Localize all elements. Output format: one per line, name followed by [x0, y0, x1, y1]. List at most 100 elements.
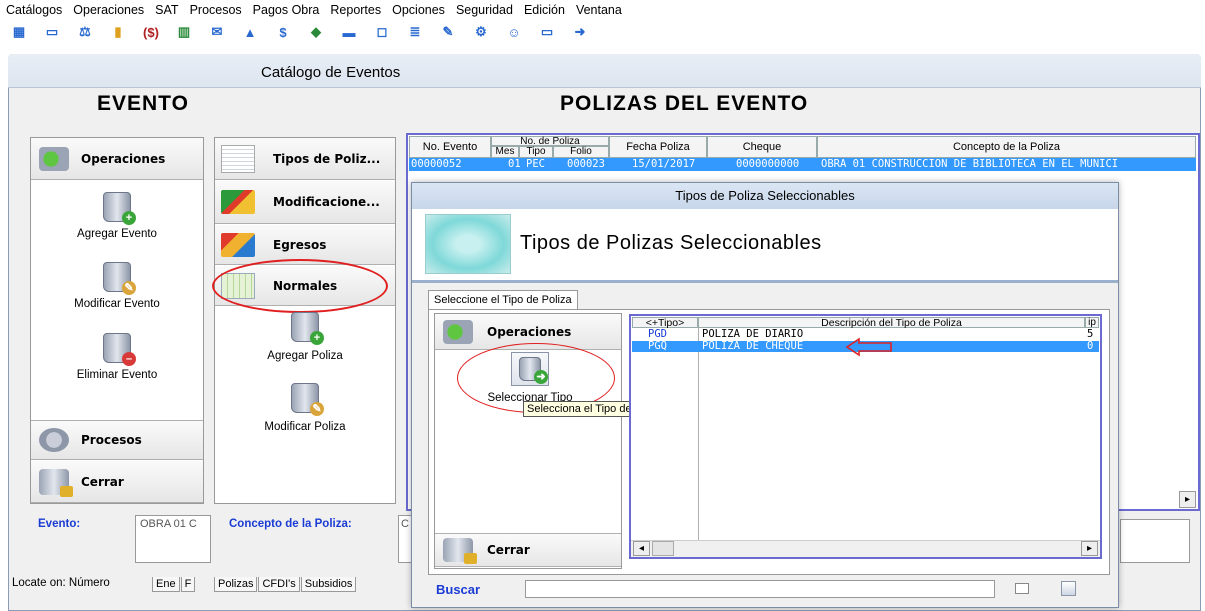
grid-icon[interactable]: ▦: [4, 24, 34, 40]
database-edit-icon: ✎: [103, 262, 136, 295]
modificar-evento-action[interactable]: ✎ Modificar Evento: [31, 262, 203, 310]
mail-icon[interactable]: ✉: [202, 24, 232, 40]
scroll-right-button[interactable]: ▸: [1081, 541, 1098, 556]
col-no-poliza[interactable]: No. de Poliza: [491, 136, 609, 147]
modificar-poliza-action[interactable]: ✎ Modificar Poliza: [215, 383, 395, 433]
dialog-cerrar-label: Cerrar: [487, 543, 530, 557]
dialog-tab[interactable]: Seleccione el Tipo de Poliza: [428, 290, 578, 309]
building-icon[interactable]: ▲: [235, 24, 265, 40]
operaciones-button[interactable]: Operaciones: [31, 138, 203, 180]
tab-ene[interactable]: Ene: [152, 577, 180, 592]
row-ip: 5: [1087, 328, 1094, 340]
tray-icon[interactable]: ▬: [334, 24, 364, 40]
modificaciones-button[interactable]: Modificacione...: [215, 181, 395, 224]
eliminar-evento-label: Eliminar Evento: [76, 369, 158, 381]
menu-opciones[interactable]: Opciones: [392, 3, 445, 17]
dialog-cerrar-button[interactable]: Cerrar: [435, 533, 621, 567]
col-folio[interactable]: Folio: [553, 146, 609, 158]
col-concepto[interactable]: Concepto de la Poliza: [817, 136, 1196, 158]
col-descripcion-header[interactable]: Descripción del Tipo de Poliza: [698, 317, 1085, 328]
menu-seguridad[interactable]: Seguridad: [456, 3, 513, 17]
tab-f[interactable]: F: [180, 577, 196, 592]
col-tipo-header[interactable]: <+Tipo>: [632, 317, 698, 328]
menu-pagos-obra[interactable]: Pagos Obra: [253, 3, 320, 17]
cell-folio: 000023: [567, 158, 605, 171]
user-icon[interactable]: ☺: [499, 24, 529, 40]
menu-ventana[interactable]: Ventana: [576, 3, 622, 17]
modificar-evento-label: Modificar Evento: [74, 298, 160, 310]
cerrar-button[interactable]: Cerrar: [31, 461, 203, 503]
menu-procesos[interactable]: Procesos: [190, 3, 242, 17]
eliminar-evento-action[interactable]: – Eliminar Evento: [31, 333, 203, 381]
agregar-poliza-label: Agregar Poliza: [267, 350, 343, 362]
clear-search-icon[interactable]: [1015, 583, 1029, 594]
modificar-poliza-label: Modificar Poliza: [264, 421, 346, 433]
window-icon[interactable]: ◻: [367, 24, 397, 40]
refresh-db-icon: [39, 146, 69, 171]
buscar-label: Buscar: [436, 582, 481, 597]
scroll-thumb[interactable]: [652, 541, 674, 556]
window-title: Catálogo de Eventos: [261, 64, 401, 81]
lock-db-icon: [443, 538, 477, 564]
col-cheque[interactable]: Cheque: [707, 136, 817, 158]
shovel-icon[interactable]: ◆: [301, 24, 331, 40]
grid-divider: [698, 328, 699, 540]
grid-scroll-right[interactable]: ▸: [1179, 491, 1196, 508]
database-delete-icon: –: [103, 333, 136, 366]
col-no-evento[interactable]: No. Evento: [409, 136, 491, 158]
cell-mes: 01: [508, 158, 521, 171]
menu-edicion[interactable]: Edición: [524, 3, 565, 17]
tipos-poliza-button[interactable]: Tipos de Poliz...: [215, 138, 395, 180]
cell-concepto: OBRA 01 CONSTRUCCION DE BIBLIOTECA EN EL…: [821, 158, 1196, 171]
procesos-button[interactable]: Procesos: [31, 420, 203, 460]
highlight-ellipse-normales: [212, 259, 388, 313]
doc-icon[interactable]: ≣: [400, 24, 430, 40]
scale-icon[interactable]: ⚖: [70, 24, 100, 40]
tab-subsidios[interactable]: Subsidios: [300, 577, 357, 592]
polizas-heading: POLIZAS DEL EVENTO: [560, 92, 809, 115]
tipos-poliza-label: Tipos de Poliz...: [273, 151, 381, 166]
search-input[interactable]: [525, 580, 995, 598]
agregar-poliza-action[interactable]: + Agregar Poliza: [215, 312, 395, 362]
keyboard-icon[interactable]: ▭: [37, 24, 67, 40]
row-ip: 0: [1087, 340, 1094, 352]
row-descripcion: POLIZA DE CHEQUE: [702, 340, 804, 352]
refresh-db-icon: [443, 319, 473, 344]
search-options-icon[interactable]: [1061, 581, 1076, 596]
grid-hscrollbar[interactable]: [631, 540, 1100, 557]
agregar-evento-action[interactable]: + Agregar Evento: [31, 192, 203, 240]
dialog-title: Tipos de Poliza Seleccionables: [412, 183, 1118, 209]
evento-field[interactable]: OBRA 01 C: [135, 515, 211, 563]
dialog-operaciones-label: Operaciones: [487, 324, 572, 339]
col-ip-header[interactable]: ip: [1085, 317, 1099, 328]
tab-cfdis[interactable]: CFDI's: [258, 577, 300, 592]
row-tipo: PGQ: [648, 340, 667, 352]
scroll-left-button[interactable]: ◂: [633, 541, 650, 556]
menu-sat[interactable]: SAT: [155, 3, 178, 17]
database-edit-icon: ✎: [291, 383, 324, 416]
locate-tabs: Ene F: [152, 576, 196, 592]
cfdi-icon[interactable]: ▭: [532, 24, 562, 40]
money-icon[interactable]: ($): [136, 24, 166, 40]
modificaciones-label: Modificacione...: [273, 195, 380, 209]
dollar-icon[interactable]: $: [268, 24, 298, 40]
concepto-label: Concepto de la Poliza:: [229, 518, 352, 530]
menu-operaciones[interactable]: Operaciones: [73, 3, 144, 17]
bank-icon[interactable]: ▥: [169, 24, 199, 40]
col-mes[interactable]: Mes: [491, 146, 519, 158]
menu-catalogos[interactable]: Catálogos: [6, 3, 62, 17]
detail-field[interactable]: [1120, 519, 1190, 563]
cerrar-label: Cerrar: [81, 474, 124, 489]
col-tipo[interactable]: Tipo: [519, 146, 553, 158]
menu-reportes[interactable]: Reportes: [330, 3, 381, 17]
gear-icon[interactable]: ⚙: [466, 24, 496, 40]
egresos-label: Egresos: [273, 237, 327, 252]
chart-icon[interactable]: ▮: [103, 24, 133, 40]
col-fecha[interactable]: Fecha Poliza: [609, 136, 707, 158]
procesos-label: Procesos: [81, 433, 142, 447]
export-icon[interactable]: ➜: [565, 24, 595, 40]
edit-icon[interactable]: ✎: [433, 24, 463, 40]
concepto-field[interactable]: C: [398, 515, 412, 563]
egresos-chart-icon: [221, 232, 255, 257]
tab-polizas[interactable]: Polizas: [214, 577, 258, 592]
